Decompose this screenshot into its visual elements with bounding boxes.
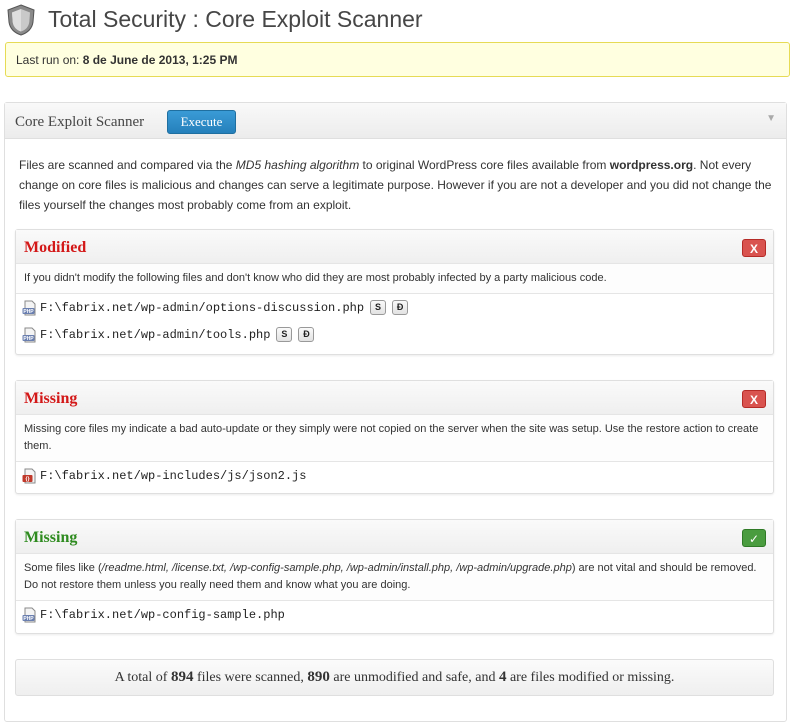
scan-summary: A total of 894 files were scanned, 890 a… <box>15 659 774 696</box>
summary-total: 894 <box>170 669 194 685</box>
summary-text-2: files were scanned, <box>193 670 308 685</box>
file-row: PHP F:\fabrix.net/wp-admin/tools.php S Đ <box>16 321 773 348</box>
diff-button[interactable]: Đ <box>392 300 409 315</box>
modified-description: If you didn't modify the following files… <box>16 264 773 294</box>
intro-text-1: Files are scanned and compared via the <box>19 158 236 172</box>
modified-section: Modified X If you didn't modify the foll… <box>15 229 774 355</box>
intro-text-2: to original WordPress core files availab… <box>359 158 610 172</box>
summary-text-4: are files modified or missing. <box>506 670 675 685</box>
page-title: Total Security : Core Exploit Scanner <box>48 6 423 32</box>
source-button[interactable]: S <box>370 300 387 315</box>
file-path: F:\fabrix.net/wp-admin/options-discussio… <box>40 300 365 315</box>
php-file-icon: PHP <box>22 327 36 342</box>
missing-status-badge: X <box>742 390 766 408</box>
check-icon: ✓ <box>742 529 766 547</box>
svg-text:PHP: PHP <box>23 336 34 342</box>
source-button[interactable]: S <box>276 327 293 342</box>
execute-button[interactable]: Execute <box>167 110 236 134</box>
file-path: F:\fabrix.net/wp-config-sample.php <box>40 607 285 622</box>
summary-safe: 890 <box>307 669 330 685</box>
panel-title: Core Exploit Scanner <box>15 114 145 130</box>
diff-button[interactable]: Đ <box>298 327 315 342</box>
missing-title: Missing <box>24 390 78 407</box>
missing-description: Missing core files my indicate a bad aut… <box>16 415 773 462</box>
last-run-notice: Last run on: 8 de June de 2013, 1:25 PM <box>5 42 790 77</box>
panel-header: Core Exploit Scanner Execute ▼ <box>5 103 786 139</box>
triangle-down-icon[interactable]: ▼ <box>766 113 776 124</box>
file-row: PHP F:\fabrix.net/wp-admin/options-discu… <box>16 294 773 321</box>
summary-text-1: A total of <box>114 670 171 685</box>
optional-missing-header: Missing ✓ <box>16 520 773 554</box>
intro-site: wordpress.org <box>609 158 694 172</box>
optional-missing-description: Some files like (/readme.html, /license.… <box>16 554 773 601</box>
optional-missing-title: Missing <box>24 529 78 546</box>
last-run-label: Last run on: <box>16 53 80 67</box>
modified-header: Modified X <box>16 230 773 264</box>
modified-status-badge: X <box>742 239 766 257</box>
intro-md5: MD5 hashing algorithm <box>235 158 360 172</box>
file-path: F:\fabrix.net/wp-admin/tools.php <box>40 327 271 342</box>
last-run-value: 8 de June de 2013, 1:25 PM <box>82 53 238 67</box>
php-file-icon: PHP <box>22 300 36 315</box>
missing-section: Missing X Missing core files my indicate… <box>15 380 774 494</box>
shield-icon <box>7 4 35 36</box>
modified-title: Modified <box>24 239 87 256</box>
page-header: Total Security : Core Exploit Scanner <box>0 0 790 40</box>
file-row: PHP F:\fabrix.net/wp-config-sample.php <box>16 601 773 628</box>
missing-header: Missing X <box>16 381 773 415</box>
core-exploit-scanner-panel: Core Exploit Scanner Execute ▼ Files are… <box>4 102 787 722</box>
scanner-intro: Files are scanned and compared via the M… <box>19 155 779 215</box>
file-row: {} F:\fabrix.net/wp-includes/js/json2.js <box>16 462 773 489</box>
js-file-icon: {} <box>22 468 36 483</box>
optional-missing-section: Missing ✓ Some files like (/readme.html,… <box>15 519 774 634</box>
summary-text-3: are unmodified and safe, and <box>329 670 499 685</box>
svg-text:PHP: PHP <box>23 309 34 315</box>
php-file-icon: PHP <box>22 607 36 622</box>
desc-pre: Some files like ( <box>24 562 102 574</box>
desc-files: /readme.html, /license.txt, /wp-config-s… <box>101 562 572 574</box>
svg-text:PHP: PHP <box>23 616 34 622</box>
file-path: F:\fabrix.net/wp-includes/js/json2.js <box>40 468 307 483</box>
